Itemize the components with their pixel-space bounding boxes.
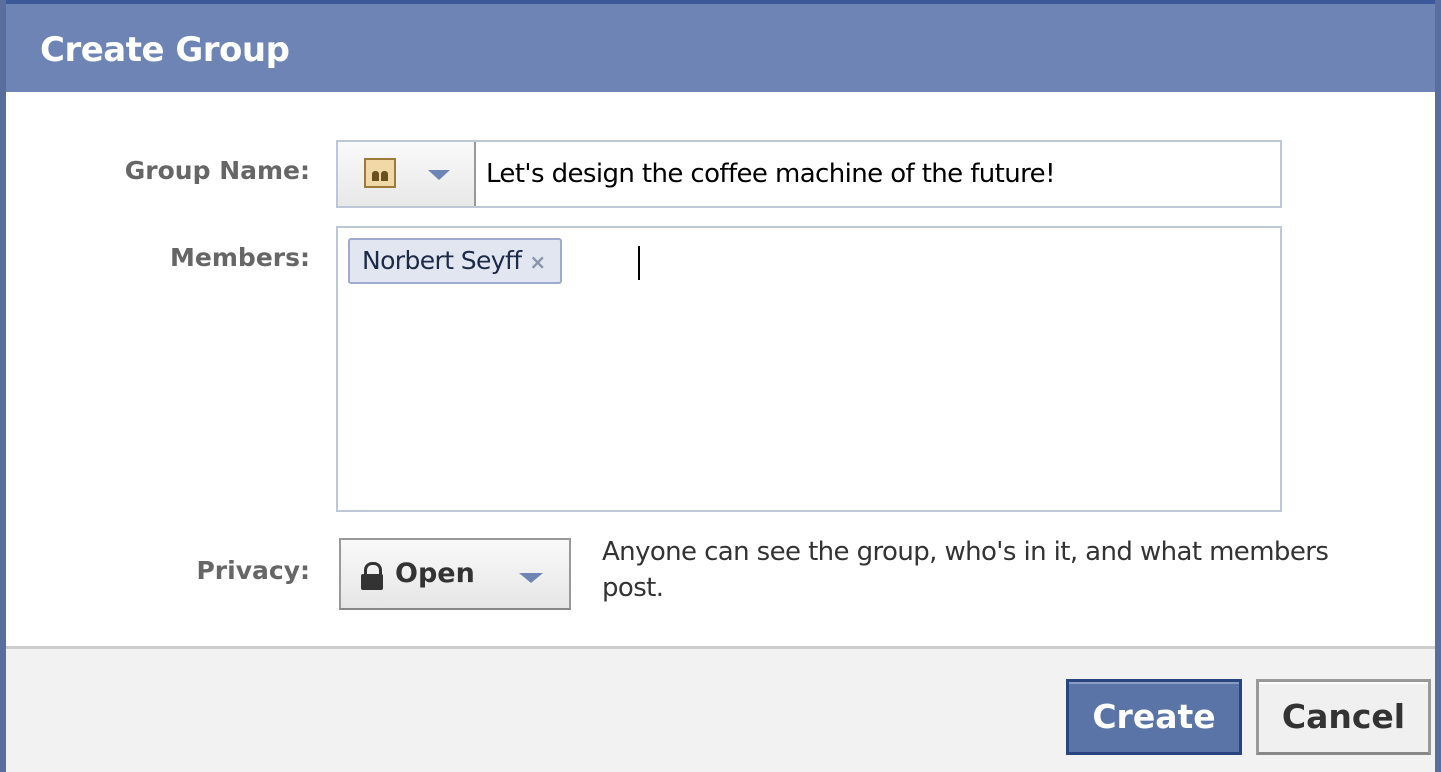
create-button[interactable]: Create [1066,679,1242,755]
members-input[interactable]: Norbert Seyff × [336,226,1282,512]
lock-icon [361,562,383,590]
member-token: Norbert Seyff × [348,238,562,284]
chevron-down-icon [519,573,543,583]
group-name-field [336,140,1282,208]
chevron-down-icon [428,170,450,180]
member-token-name: Norbert Seyff [362,246,522,275]
create-group-dialog: Create Group Group Name: Members: Norber… [0,0,1441,772]
dialog-header: Create Group [6,0,1435,92]
dialog-title: Create Group [40,30,290,70]
group-name-input[interactable] [486,142,1266,206]
close-icon[interactable]: × [529,241,546,283]
group-icon [364,158,396,188]
privacy-description: Anyone can see the group, who's in it, a… [602,537,1329,603]
dialog-footer: Create Cancel [6,646,1435,772]
group-icon-picker-button[interactable] [338,142,476,206]
text-caret [638,246,640,280]
cancel-button[interactable]: Cancel [1256,679,1431,755]
members-label: Members: [170,243,310,272]
privacy-value: Open [395,558,475,589]
privacy-dropdown-button[interactable]: Open [339,538,571,610]
privacy-label: Privacy: [196,556,310,585]
group-name-label: Group Name: [124,156,310,185]
